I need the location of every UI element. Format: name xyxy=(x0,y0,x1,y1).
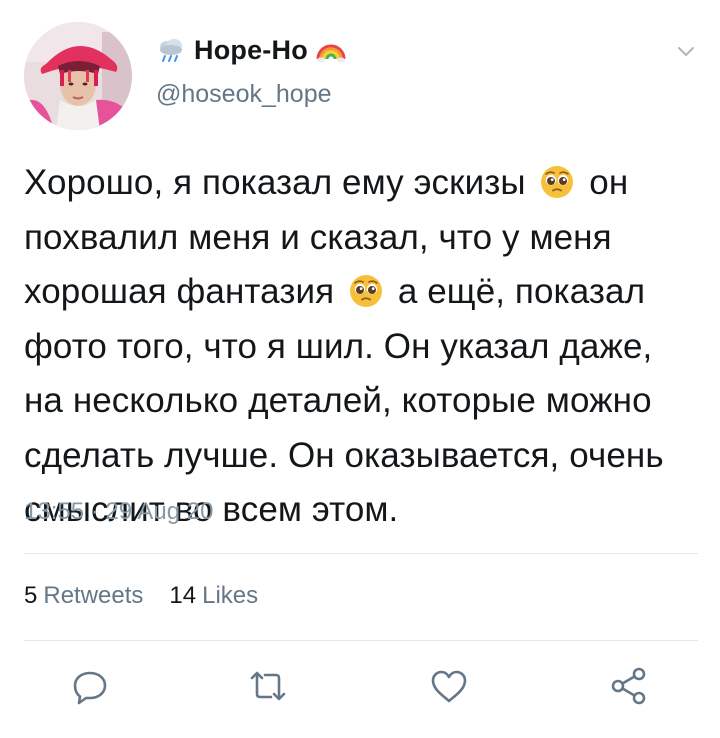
tweet-text-segment: хорошая фантазия xyxy=(24,272,335,311)
pleading-face-emoji xyxy=(539,162,575,198)
tweet-stats: 5 Retweets 14 Likes xyxy=(24,582,284,610)
tweet-detail: Hope-Ho @hoseok_hope Хорошо, я показал е… xyxy=(0,0,720,738)
retweet-icon xyxy=(246,666,290,711)
cloud-rain-icon xyxy=(156,35,186,65)
tweet-timestamp[interactable]: 13:55 · 29 Aug 20 xyxy=(24,498,214,526)
reply-button[interactable] xyxy=(62,660,118,716)
user-handle[interactable]: @hoseok_hope xyxy=(156,80,332,109)
tweet-text-segment: похвалил меня и сказал, что у меня xyxy=(24,217,612,257)
pleading-face-emoji xyxy=(348,271,384,307)
avatar[interactable] xyxy=(24,22,132,130)
tweet-text-segment: фото того, что я шил. Он указал даже, xyxy=(24,326,653,366)
action-bar xyxy=(0,660,720,716)
tweet-text-line: хорошая фантазия а ещё, показал xyxy=(24,265,700,320)
tweet-header: Hope-Ho @hoseok_hope xyxy=(0,0,720,140)
retweets-count: 5 xyxy=(24,582,38,609)
divider xyxy=(24,640,698,641)
tweet-text-segment: он xyxy=(589,163,629,202)
like-button[interactable] xyxy=(421,660,477,716)
likes-count: 14 xyxy=(169,582,197,609)
share-button[interactable] xyxy=(601,660,657,716)
tweet-text-segment: сделать лучше. Он оказывается, очень xyxy=(24,435,664,475)
name-line[interactable]: Hope-Ho xyxy=(156,32,346,68)
tweet-text-segment: а ещё, показал xyxy=(397,272,646,311)
retweets-label: Retweets xyxy=(43,582,144,609)
tweet-text-line: сделать лучше. Он оказывается, очень xyxy=(24,429,700,484)
display-name[interactable]: Hope-Ho xyxy=(194,35,308,66)
reply-icon xyxy=(70,666,110,711)
chevron-down-icon[interactable] xyxy=(674,40,698,64)
tweet-text: Хорошо, я показал ему эскизы он похвалил … xyxy=(24,156,700,538)
likes-label: Likes xyxy=(202,582,259,609)
rainbow-icon xyxy=(316,35,346,65)
divider xyxy=(24,553,698,554)
tweet-text-segment: Хорошо, я показал ему эскизы xyxy=(24,163,526,202)
heart-icon xyxy=(428,666,470,711)
tweet-text-line: Хорошо, я показал ему эскизы он xyxy=(24,156,700,211)
tweet-text-line: на несколько деталей, которые можно xyxy=(24,374,700,429)
retweets-stat[interactable]: 5 Retweets xyxy=(24,582,143,610)
likes-stat[interactable]: 14 Likes xyxy=(169,582,258,610)
share-icon xyxy=(608,665,650,712)
tweet-text-segment: на несколько деталей, которые можно xyxy=(24,381,652,420)
tweet-text-line: похвалил меня и сказал, что у меня xyxy=(24,211,700,266)
tweet-text-line: фото того, что я шил. Он указал даже, xyxy=(24,320,700,375)
retweet-button[interactable] xyxy=(240,660,296,716)
